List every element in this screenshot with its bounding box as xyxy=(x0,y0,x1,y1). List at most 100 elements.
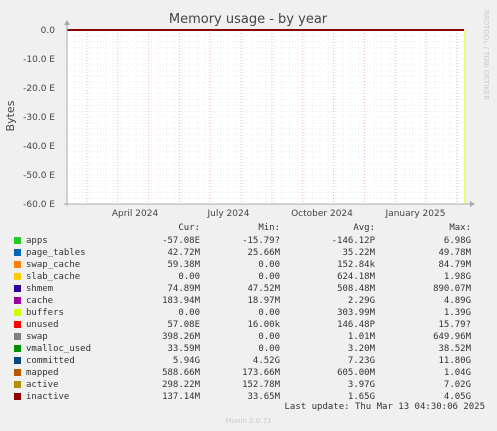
legend-min-value: 173.66M xyxy=(242,368,280,378)
legend-min-value: 18.97M xyxy=(247,296,280,306)
legend-swatch xyxy=(14,309,21,316)
legend-max-value: 49.78M xyxy=(438,248,471,258)
legend-swatch xyxy=(14,285,21,292)
legend-max-value: 11.80G xyxy=(438,356,471,366)
legend-cur-value: 137.14M xyxy=(162,392,200,402)
chart: Memory usage - by year Bytes RRDTOOL / T… xyxy=(4,10,490,219)
legend-swatch xyxy=(14,297,21,304)
legend-min-value: 0.00 xyxy=(258,332,280,342)
munin-version: Munin 2.0.73 xyxy=(225,417,272,425)
legend-label: apps xyxy=(26,236,48,246)
legend-label: mapped xyxy=(26,368,59,378)
legend-cur-value: 398.26M xyxy=(162,332,200,342)
chart-title: Memory usage - by year xyxy=(169,12,328,27)
legend-header-min: Min: xyxy=(258,223,280,233)
legend-label: unused xyxy=(26,320,59,330)
legend-max-value: 84.79M xyxy=(438,260,471,270)
legend-item-vmalloc-used: vmalloc_used 33.59M 0.00 3.20M 38.52M xyxy=(0,343,497,355)
legend-swatch xyxy=(14,369,21,376)
legend-label: shmem xyxy=(26,284,54,294)
legend-swatch xyxy=(14,237,21,244)
legend-label: swap_cache xyxy=(26,260,81,270)
legend-avg-value: 152.84k xyxy=(337,260,375,270)
legend-max-value: 4.89G xyxy=(443,296,471,306)
legend-max-value: 15.79? xyxy=(438,320,471,330)
legend-avg-value: 303.99M xyxy=(337,308,375,318)
legend-min-value: 33.65M xyxy=(247,392,280,402)
last-update: Last update: Thu Mar 13 04:30:06 2025 xyxy=(284,402,485,412)
legend-avg-value: 508.48M xyxy=(337,284,375,294)
legend-label: buffers xyxy=(26,308,64,318)
legend-min-value: 25.66M xyxy=(247,248,280,258)
legend-cur-value: 0.00 xyxy=(178,308,200,318)
legend-item-page-tables: page_tables 42.72M 25.66M 35.22M 49.78M xyxy=(0,247,497,259)
legend-label: page_tables xyxy=(26,248,86,258)
x-tick-label: October 2024 xyxy=(291,209,353,219)
legend-cur-value: 33.59M xyxy=(167,344,200,354)
legend-item-swap-cache: swap_cache 59.38M 0.00 152.84k 84.79M xyxy=(0,259,497,271)
legend-item-committed: committed 5.94G 4.52G 7.23G 11.80G xyxy=(0,355,497,367)
legend-max-value: 890.07M xyxy=(433,284,471,294)
legend-avg-value: 624.18M xyxy=(337,272,375,282)
y-tick-label: -10.0 E xyxy=(23,55,55,65)
legend-min-value: 47.52M xyxy=(247,284,280,294)
legend-item-active: active 298.22M 152.78M 3.97G 7.02G xyxy=(0,379,497,391)
legend-cur-value: 588.66M xyxy=(162,368,200,378)
legend-min-value: 4.52G xyxy=(252,356,280,366)
y-tick-label: -60.0 E xyxy=(23,200,55,210)
legend-label: vmalloc_used xyxy=(26,344,92,354)
legend-item-swap: swap 398.26M 0.00 1.01M 649.96M xyxy=(0,331,497,343)
legend-max-value: 1.04G xyxy=(443,368,471,378)
legend-label: committed xyxy=(26,356,75,366)
legend-avg-value: 2.29G xyxy=(347,296,375,306)
x-tick-label: January 2025 xyxy=(385,209,446,219)
legend-swatch xyxy=(14,249,21,256)
legend-item-shmem: shmem 74.89M 47.52M 508.48M 890.07M xyxy=(0,283,497,295)
legend-max-value: 1.98G xyxy=(443,272,471,282)
legend-avg-value: 1.01M xyxy=(347,332,375,342)
y-tick-label: 0.0 xyxy=(41,26,56,36)
legend-avg-value: 146.48P xyxy=(337,320,375,330)
legend-cur-value: 42.72M xyxy=(167,248,200,258)
legend-cur-value: 0.00 xyxy=(178,272,200,282)
legend-swatch xyxy=(14,321,21,328)
legend-cur-value: 183.94M xyxy=(162,296,200,306)
legend-header-cur: Cur: xyxy=(178,223,200,233)
legend-label: slab_cache xyxy=(26,272,81,282)
legend-item-slab-cache: slab_cache 0.00 0.00 624.18M 1.98G xyxy=(0,271,497,283)
legend-max-value: 7.02G xyxy=(443,380,471,390)
legend-swatch xyxy=(14,345,21,352)
x-tick-label: July 2024 xyxy=(207,209,250,219)
legend-item-mapped: mapped 588.66M 173.66M 605.00M 1.04G xyxy=(0,367,497,379)
y-axis-arrow xyxy=(64,20,70,25)
y-tick-label: -20.0 E xyxy=(23,84,55,94)
legend-min-value: 0.00 xyxy=(258,308,280,318)
y-tick-label: -40.0 E xyxy=(23,142,55,152)
legend-max-value: 6.98G xyxy=(443,236,471,246)
legend-cur-value: 74.89M xyxy=(167,284,200,294)
legend-cur-value: 298.22M xyxy=(162,380,200,390)
legend-cur-value: 5.94G xyxy=(172,356,200,366)
y-tick-label: -30.0 E xyxy=(23,113,55,123)
legend-min-value: 16.00k xyxy=(247,320,280,330)
legend-min-value: 152.78M xyxy=(242,380,280,390)
legend-avg-value: 3.97G xyxy=(347,380,375,390)
legend-cur-value: 57.08E xyxy=(167,320,200,330)
legend-header-max: Max: xyxy=(449,223,471,233)
legend-avg-value: 3.20M xyxy=(347,344,375,354)
legend-label: active xyxy=(26,380,59,390)
legend-min-value: 0.00 xyxy=(258,344,280,354)
legend-cur-value: -57.08E xyxy=(162,236,200,246)
legend-item-buffers: buffers 0.00 0.00 303.99M 1.39G xyxy=(0,307,497,319)
legend-label: swap xyxy=(26,332,48,342)
legend-cur-value: 59.38M xyxy=(167,260,200,270)
legend-swatch xyxy=(14,357,21,364)
legend-max-value: 38.52M xyxy=(438,344,471,354)
legend-label: cache xyxy=(26,296,54,306)
x-axis-arrow xyxy=(470,201,475,207)
legend-min-value: 0.00 xyxy=(258,272,280,282)
legend-item-cache: cache 183.94M 18.97M 2.29G 4.89G xyxy=(0,295,497,307)
legend-item-unused: unused 57.08E 16.00k 146.48P 15.79? xyxy=(0,319,497,331)
legend-swatch xyxy=(14,333,21,340)
y-ticks: 0.0 -10.0 E -20.0 E -30.0 E -40.0 E -50.0 E -6… xyxy=(23,26,55,210)
